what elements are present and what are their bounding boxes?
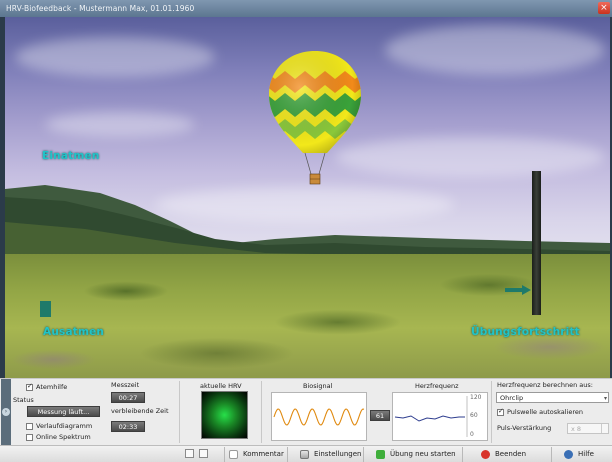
restart-exercise-button[interactable]: Übung neu starten <box>372 447 463 462</box>
biofeedback-scene: Einatmen Ausatmen Übungsfortschritt <box>5 17 610 378</box>
end-label: Beenden <box>495 450 527 458</box>
progress-diagram-checkbox[interactable] <box>26 423 33 430</box>
comment-button[interactable]: Kommentar <box>224 447 288 462</box>
close-icon: × <box>600 3 608 13</box>
settings-button[interactable]: Einstellungen <box>296 447 364 462</box>
exhale-label: Ausatmen <box>43 326 105 338</box>
exercise-progress-bar <box>532 171 541 315</box>
hr-source-value: Ohrclip <box>500 394 524 402</box>
measure-time-label: Messzeit <box>111 381 140 389</box>
help-button[interactable]: Hilfe <box>560 447 612 462</box>
gain-input[interactable]: x 8 <box>567 423 609 434</box>
chevron-down-icon: ▾ <box>603 395 607 402</box>
progress-label: Übungsfortschritt <box>471 326 580 338</box>
hr-axis-mid: 60 <box>470 412 478 419</box>
meadow <box>5 254 610 378</box>
window-title: HRV-Biofeedback - Mustermann Max, 01.01.… <box>6 4 195 13</box>
stop-icon <box>481 450 490 459</box>
title-bar: HRV-Biofeedback - Mustermann Max, 01.01.… <box>0 0 612 17</box>
restart-icon <box>376 450 385 459</box>
panel-collapse-handle[interactable]: › <box>1 379 11 446</box>
divider <box>491 381 492 443</box>
gain-label: Puls-Verstärkung <box>497 424 552 432</box>
autoscale-label: Pulswelle autoskalieren <box>507 408 584 416</box>
hrv-glow <box>202 392 247 438</box>
control-panel: › Atemhilfe Status Messung läuft... Verl… <box>0 378 612 446</box>
hr-axis-max: 120 <box>470 394 482 401</box>
inhale-label: Einatmen <box>42 150 100 162</box>
bottom-toolbar: Kommentar Einstellungen Übung neu starte… <box>0 445 612 462</box>
heart-rate-label: Herzfrequenz <box>415 382 459 390</box>
hr-source-label: Herzfrequenz berechnen aus: <box>497 381 593 389</box>
current-hrv-label: aktuelle HRV <box>200 382 242 390</box>
restart-label: Übung neu starten <box>390 450 456 458</box>
breathing-aid-checkbox[interactable] <box>26 382 33 391</box>
biosignal-label: Biosignal <box>303 382 333 390</box>
remaining-time-value: 02:33 <box>111 421 145 432</box>
biosignal-graph <box>271 392 367 441</box>
chevron-right-icon: › <box>2 408 10 416</box>
online-spectrum-label: Online Spektrum <box>36 433 91 441</box>
app-window: HRV-Biofeedback - Mustermann Max, 01.01.… <box>0 0 612 462</box>
gain-value: x 8 <box>571 425 582 433</box>
settings-label: Einstellungen <box>314 450 362 458</box>
autoscale-checkbox[interactable] <box>497 407 504 416</box>
heart-rate-value: 61 <box>370 410 390 421</box>
comment-label: Kommentar <box>243 450 284 458</box>
close-button[interactable]: × <box>598 2 610 14</box>
end-button[interactable]: Beenden <box>477 447 552 462</box>
exhale-marker <box>40 301 51 317</box>
status-button[interactable]: Messung läuft... <box>27 406 100 417</box>
status-label: Status <box>13 396 34 404</box>
heart-rate-graph: 120 60 0 <box>392 392 488 441</box>
online-spectrum-checkbox[interactable] <box>26 434 33 441</box>
biosignal-wave <box>273 408 365 426</box>
hot-air-balloon <box>269 51 361 185</box>
progress-diagram-label: Verlaufdiagramm <box>36 422 93 430</box>
divider <box>179 381 180 443</box>
document-icon <box>229 450 238 459</box>
hr-axis-min: 0 <box>470 431 474 438</box>
current-hrv-indicator <box>201 391 248 439</box>
layout-toggle-2[interactable] <box>199 449 208 458</box>
help-label: Hilfe <box>578 450 594 458</box>
measure-time-value: 00:27 <box>111 392 145 403</box>
remaining-time-label: verbleibende Zeit <box>111 407 169 415</box>
spin-icon[interactable] <box>601 424 608 433</box>
settings-icon <box>300 450 309 459</box>
divider <box>261 381 262 443</box>
breathing-aid-label: Atemhilfe <box>36 383 68 391</box>
progress-arrow-icon <box>505 285 531 295</box>
hr-source-select[interactable]: Ohrclip ▾ <box>496 392 609 403</box>
layout-toggle-1[interactable] <box>185 449 194 458</box>
help-icon <box>564 450 573 459</box>
